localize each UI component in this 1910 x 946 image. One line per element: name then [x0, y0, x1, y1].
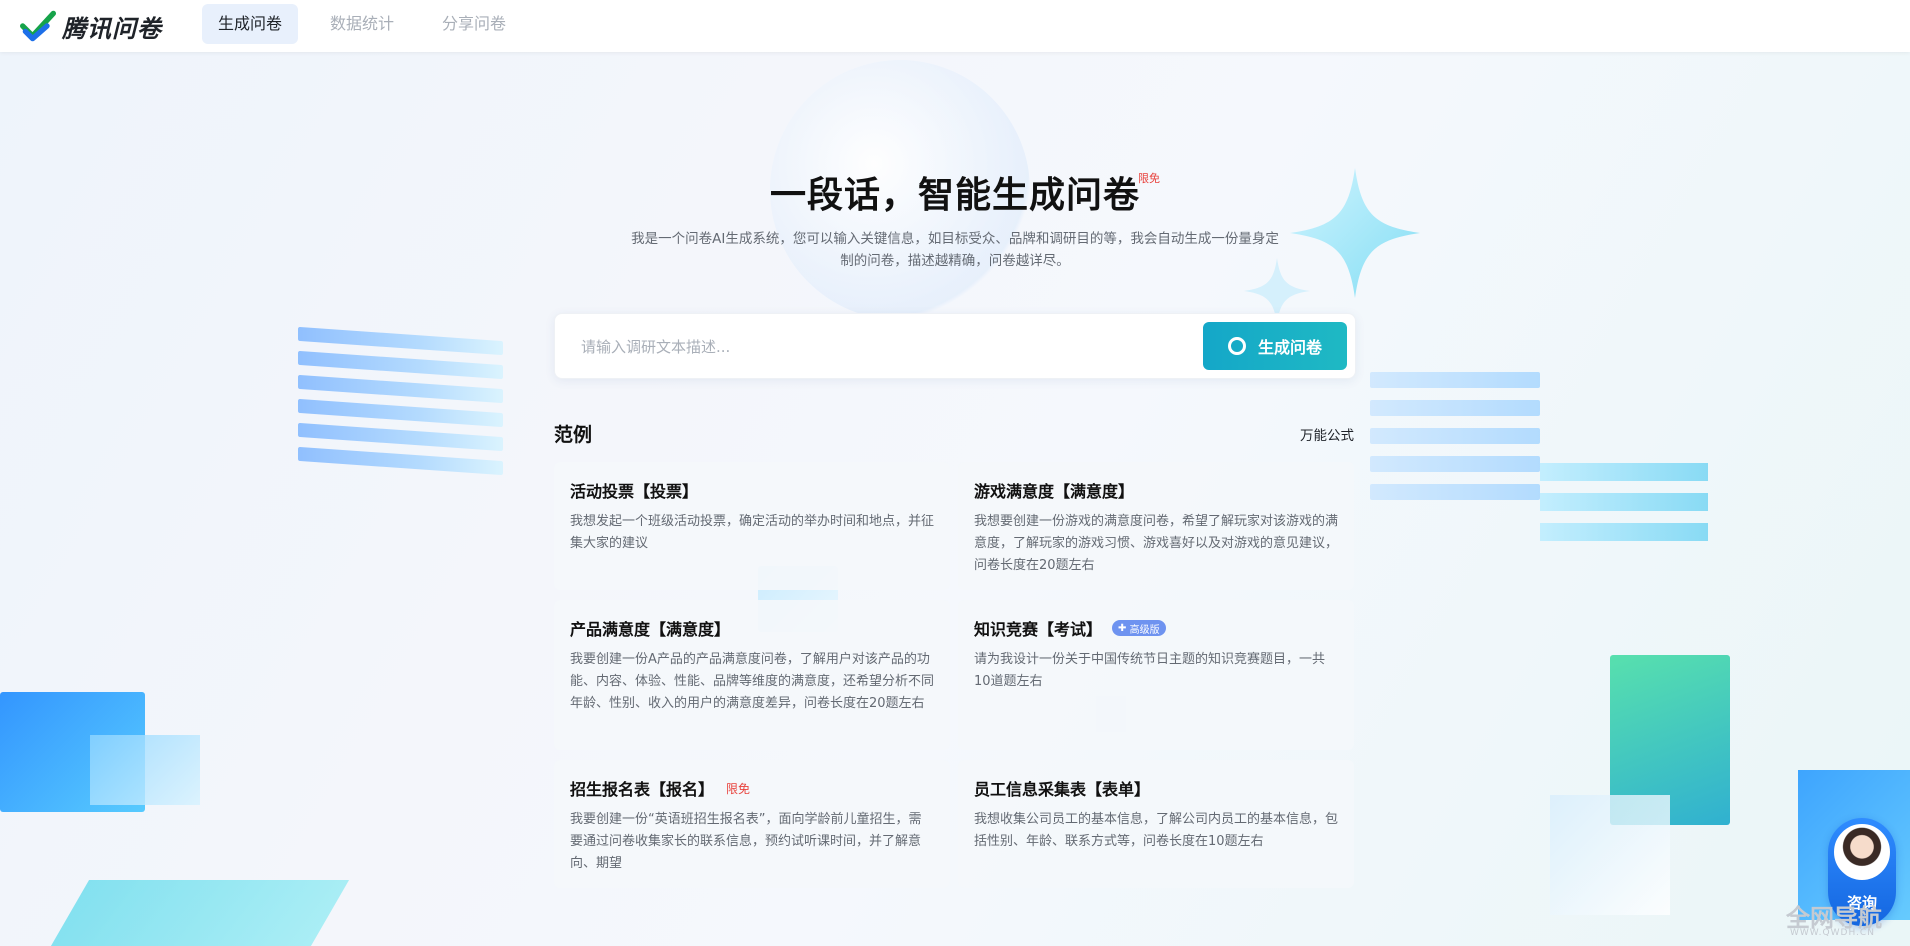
loading-ring-icon	[1227, 337, 1246, 355]
example-card[interactable]: 招生报名表【报名】 限免 我要创建一份“英语班招生报名表”，面向学龄前儿童招生，…	[554, 760, 950, 888]
card-title: 活动投票【投票】	[570, 478, 934, 502]
example-card[interactable]: 产品满意度【满意度】 我要创建一份A产品的产品满意度问卷，了解用户对该产品的功能…	[554, 600, 950, 750]
card-title: 产品满意度【满意度】	[570, 616, 934, 640]
avatar	[1834, 824, 1890, 880]
examples-heading: 范例	[554, 424, 593, 446]
card-title-text: 招生报名表【报名】	[570, 780, 715, 799]
example-card[interactable]: 知识竞赛【考试】 ✚ 高级版 请为我设计一份关于中国传统节日主题的知识竞赛题目，…	[958, 600, 1354, 750]
nav-share[interactable]: 分享问卷	[426, 4, 522, 44]
decor-block-bottom-right-2	[1550, 795, 1670, 915]
checkmark-logo-icon	[20, 10, 56, 42]
generate-button-label: 生成问卷	[1257, 338, 1322, 357]
decor-stack-right-2	[1540, 463, 1708, 573]
card-title: 知识竞赛【考试】 ✚ 高级版	[974, 616, 1338, 640]
free-tag: 限免	[726, 781, 751, 796]
card-title: 员工信息采集表【表单】	[974, 776, 1338, 800]
advanced-tag: ✚ 高级版	[1112, 620, 1166, 636]
example-card[interactable]: 活动投票【投票】 我想发起一个班级活动投票，确定活动的举办时间和地点，并征集大家…	[554, 462, 950, 590]
card-description: 我要创建一份A产品的产品满意度问卷，了解用户对该产品的功能、内容、体验、性能、品…	[570, 652, 935, 711]
card-title-text: 游戏满意度【满意度】	[974, 482, 1135, 501]
hero-title: 一段话，智能生成问卷	[769, 175, 1140, 216]
card-description: 我想要创建一份游戏的满意度问卷，希望了解玩家对该游戏的满意度，了解玩家的游戏习惯…	[974, 514, 1339, 573]
card-title-text: 产品满意度【满意度】	[570, 620, 731, 639]
main-nav: 生成问卷 数据统计 分享问卷	[202, 4, 538, 44]
watermark-sub: WWW.QWDH.CN	[1790, 928, 1875, 938]
formula-link[interactable]: 万能公式	[1260, 424, 1354, 444]
nav-generate[interactable]: 生成问卷	[202, 4, 299, 44]
top-bar: 腾讯问卷 生成问卷 数据统计 分享问卷	[0, 0, 1910, 52]
logo[interactable]: 腾讯问卷	[20, 6, 162, 46]
card-title-text: 员工信息采集表【表单】	[974, 780, 1151, 799]
example-card[interactable]: 游戏满意度【满意度】 我想要创建一份游戏的满意度问卷，希望了解玩家对该游戏的满意…	[958, 462, 1354, 590]
card-description: 请为我设计一份关于中国传统节日主题的知识竞赛题目，一共10道题左右	[974, 652, 1326, 689]
nav-statistics[interactable]: 数据统计	[314, 4, 410, 44]
example-card[interactable]: 员工信息采集表【表单】 我想收集公司员工的基本信息，了解公司内员工的基本信息，包…	[958, 760, 1354, 888]
card-description: 我想收集公司员工的基本信息，了解公司内员工的基本信息，包括性别、年龄、联系方式等…	[974, 812, 1339, 849]
decor-stack-left	[298, 326, 503, 484]
card-description: 我要创建一份“英语班招生报名表”，面向学龄前儿童招生，需要通过问卷收集家长的联系…	[570, 812, 922, 871]
generate-button[interactable]: 生成问卷	[1203, 322, 1347, 370]
card-title: 招生报名表【报名】 限免	[570, 776, 934, 800]
card-description: 我想发起一个班级活动投票，确定活动的举办时间和地点，并征集大家的建议	[570, 514, 935, 551]
prompt-input[interactable]	[579, 314, 1223, 380]
decor-stack-right	[1370, 372, 1540, 552]
free-badge: 限免	[1138, 172, 1160, 185]
logo-text: 腾讯问卷	[62, 14, 162, 43]
advanced-tag-label: 高级版	[1129, 624, 1160, 636]
decor-block-bottom-left-3	[50, 880, 350, 946]
card-title-text: 知识竞赛【考试】	[974, 620, 1103, 639]
hero-description: 我是一个问卷AI生成系统，您可以输入关键信息，如目标受众、品牌和调研目的等，我会…	[631, 231, 1279, 269]
card-title-text: 活动投票【投票】	[570, 482, 699, 501]
card-title: 游戏满意度【满意度】	[974, 478, 1338, 502]
decor-block-bottom-left-2	[90, 735, 200, 805]
prompt-box: 生成问卷	[554, 313, 1356, 380]
